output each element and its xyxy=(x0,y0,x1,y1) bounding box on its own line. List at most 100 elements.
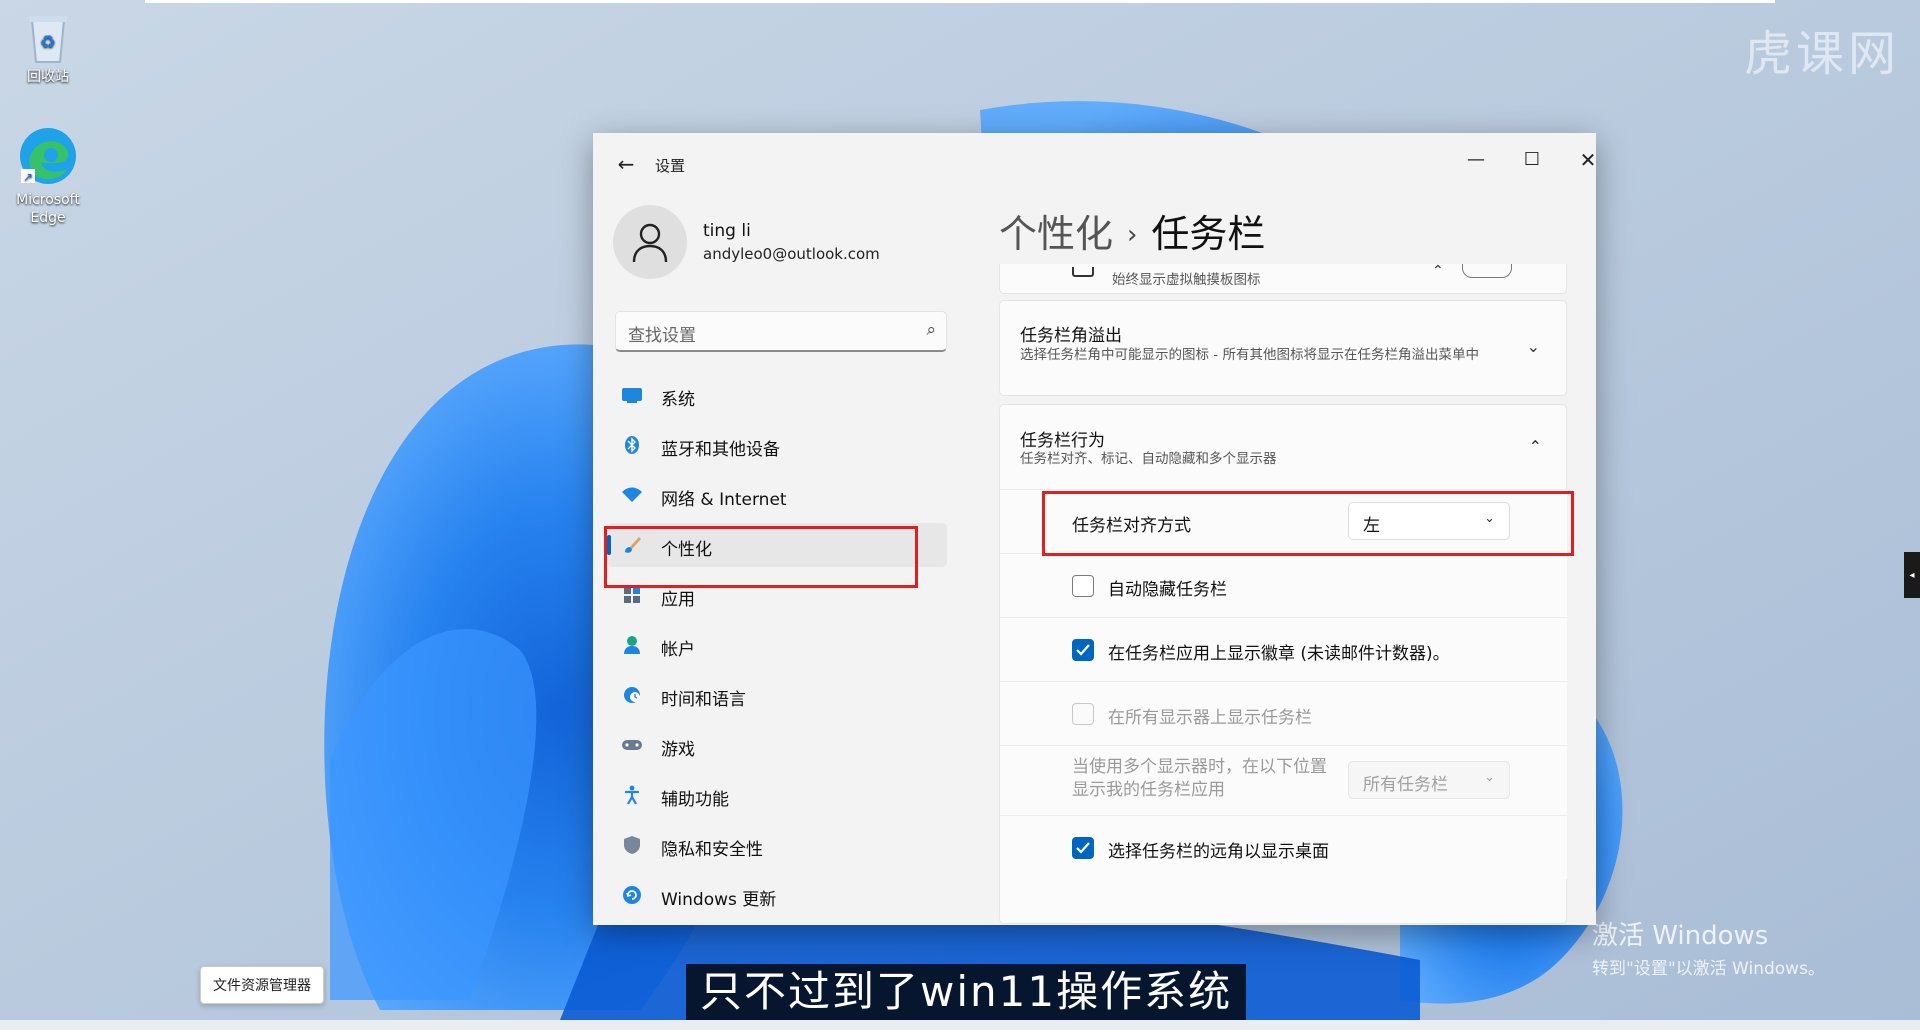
user-name: ting li xyxy=(703,221,751,241)
dropdown-value: 所有任务栏 xyxy=(1363,775,1448,795)
accessibility-icon xyxy=(621,784,643,806)
side-panel-handle[interactable]: ◂ xyxy=(1904,552,1920,598)
search-placeholder: 查找设置 xyxy=(628,326,696,346)
sidebar-item-system[interactable]: 系统 xyxy=(607,373,947,417)
sidebar-item-accessibility[interactable]: 辅助功能 xyxy=(607,773,947,817)
chevron-right-icon: › xyxy=(1127,220,1138,250)
maximize-button[interactable]: ☐ xyxy=(1508,141,1556,179)
maximize-icon: ☐ xyxy=(1523,149,1541,170)
avatar xyxy=(613,205,687,279)
edge-logo-icon: ↗ xyxy=(20,128,76,184)
card-title: 任务栏行为 xyxy=(1020,431,1105,451)
desktop-icon-label: 回收站 xyxy=(27,69,69,85)
activate-subtitle: 转到"设置"以激活 Windows。 xyxy=(1592,959,1825,979)
sidebar-item-label: 时间和语言 xyxy=(661,690,746,710)
checkbox-label: 在所有显示器上显示任务栏 xyxy=(1108,708,1312,728)
back-button[interactable]: ← xyxy=(611,149,641,179)
bluetooth-icon xyxy=(621,434,643,456)
update-icon xyxy=(621,884,643,906)
badges-row: 在任务栏应用上显示徽章 (未读邮件计数器)。 xyxy=(1000,617,1567,681)
activate-title: 激活 Windows xyxy=(1592,921,1769,951)
shield-icon xyxy=(621,834,643,856)
settings-window: ← 设置 — ☐ ✕ ting li andyleo0@outlook.com … xyxy=(593,133,1596,925)
user-email: andyleo0@outlook.com xyxy=(703,245,880,263)
multi-display-dropdown[interactable]: 所有任务栏 ⌄ xyxy=(1348,761,1510,799)
sidebar-item-time-language[interactable]: 时间和语言 xyxy=(607,673,947,717)
desktop-icon-label: Microsoft Edge xyxy=(16,192,80,226)
svg-text:♻: ♻ xyxy=(40,32,56,53)
search-icon: ⌕ xyxy=(926,320,936,340)
sidebar-item-label: 蓝牙和其他设备 xyxy=(661,440,780,460)
chevron-down-icon: ⌄ xyxy=(1484,770,1495,785)
highlight-box-personalization xyxy=(604,526,918,588)
highlight-box-alignment xyxy=(1042,491,1574,556)
taskbar-behavior-header[interactable]: 任务栏行为 任务栏对齐、标记、自动隐藏和多个显示器 ⌃ xyxy=(1000,405,1567,489)
activate-windows-notice: 激活 Windows 转到"设置"以激活 Windows。 xyxy=(1592,915,1825,979)
sidebar-item-label: Windows 更新 xyxy=(661,890,777,910)
search-input[interactable]: 查找设置 ⌕ xyxy=(615,311,947,352)
sidebar-item-label: 辅助功能 xyxy=(661,790,729,810)
sidebar-nav: 系统 蓝牙和其他设备 网络 & Internet 个性化 应用 帐户 时间和语言… xyxy=(607,373,947,923)
explorer-tooltip: 文件资源管理器 xyxy=(200,966,324,1004)
minimize-button[interactable]: — xyxy=(1452,141,1500,179)
sidebar-item-bluetooth[interactable]: 蓝牙和其他设备 xyxy=(607,423,947,467)
touchpad-icon xyxy=(1072,267,1094,277)
sidebar-item-network[interactable]: 网络 & Internet xyxy=(607,473,947,517)
svg-text:↗: ↗ xyxy=(23,170,33,184)
video-subtitle: 只不过到了win11操作系统 xyxy=(686,964,1247,1020)
sidebar-item-label: 系统 xyxy=(661,390,695,410)
multi-display-row: 当使用多个显示器时，在以下位置显示我的任务栏应用 所有任务栏 ⌄ xyxy=(1000,745,1567,815)
card-desc: 选择任务栏角中可能显示的图标 - 所有其他图标将显示在任务栏角溢出菜单中 xyxy=(1020,347,1479,363)
breadcrumb-parent[interactable]: 个性化 xyxy=(999,212,1113,256)
chevron-down-icon[interactable]: ⌄ xyxy=(1527,337,1540,356)
sidebar-item-windows-update[interactable]: Windows 更新 xyxy=(607,873,947,917)
desktop-icon-recycle-bin[interactable]: ♻ 回收站 xyxy=(8,10,88,86)
app-title: 设置 xyxy=(655,157,686,175)
watermark-logo: 虎课网 xyxy=(1743,26,1900,82)
sidebar-item-gaming[interactable]: 游戏 xyxy=(607,723,947,767)
checkbox-label: 在任务栏应用上显示徽章 (未读邮件计数器)。 xyxy=(1108,644,1450,664)
auto-hide-checkbox[interactable] xyxy=(1072,575,1094,597)
settings-content: 始终显示虚拟触摸板图标 ⌃ 任务栏角溢出 选择任务栏角中可能显示的图标 - 所有… xyxy=(999,264,1567,925)
taskbar-overflow-card[interactable]: 任务栏角溢出 选择任务栏角中可能显示的图标 - 所有其他图标将显示在任务栏角溢出… xyxy=(999,300,1567,396)
card-title: 任务栏角溢出 xyxy=(1020,326,1122,346)
all-displays-checkbox[interactable] xyxy=(1072,703,1094,725)
chevron-up-icon[interactable]: ⌃ xyxy=(1529,437,1542,456)
gamepad-icon xyxy=(621,734,643,756)
chevron-up-icon: ⌃ xyxy=(1432,264,1444,279)
multi-display-label: 当使用多个显示器时，在以下位置显示我的任务栏应用 xyxy=(1072,757,1327,800)
top-edge-strip xyxy=(145,0,1775,3)
monitor-icon xyxy=(621,384,643,406)
sidebar-item-label: 应用 xyxy=(661,590,695,610)
sidebar-item-label: 游戏 xyxy=(661,740,695,760)
touchpad-desc: 始终显示虚拟触摸板图标 xyxy=(1112,272,1261,288)
sidebar-item-accounts[interactable]: 帐户 xyxy=(607,623,947,667)
sidebar-item-label: 网络 & Internet xyxy=(661,490,787,510)
card-desc: 任务栏对齐、标记、自动隐藏和多个显示器 xyxy=(1020,451,1277,467)
sidebar-item-label: 帐户 xyxy=(661,640,695,660)
sidebar-item-privacy[interactable]: 隐私和安全性 xyxy=(607,823,947,867)
checkmark-icon xyxy=(1076,842,1090,854)
taskbar-behavior-card: 任务栏行为 任务栏对齐、标记、自动隐藏和多个显示器 ⌃ 任务栏对齐方式 左 ⌄ … xyxy=(999,404,1567,924)
globe-clock-icon xyxy=(621,684,643,706)
badges-checkbox[interactable] xyxy=(1072,639,1094,661)
far-corner-checkbox[interactable] xyxy=(1072,837,1094,859)
sidebar-item-label: 隐私和安全性 xyxy=(661,840,763,860)
far-corner-row: 选择任务栏的远角以显示桌面 xyxy=(1000,815,1567,879)
bottom-edge-strip xyxy=(0,1020,1920,1030)
auto-hide-row: 自动隐藏任务栏 xyxy=(1000,553,1567,617)
person-icon xyxy=(632,223,668,263)
breadcrumb: 个性化 › 任务栏 xyxy=(999,203,1265,258)
checkbox-label: 自动隐藏任务栏 xyxy=(1108,580,1227,600)
desktop-icon-edge[interactable]: ↗ Microsoft Edge xyxy=(8,125,88,227)
page-title: 任务栏 xyxy=(1151,212,1266,256)
touchpad-row: 始终显示虚拟触摸板图标 ⌃ xyxy=(999,264,1567,294)
close-icon: ✕ xyxy=(1579,148,1596,172)
close-button[interactable]: ✕ xyxy=(1564,141,1596,179)
toggle-switch[interactable] xyxy=(1462,264,1512,278)
title-bar: ← 设置 — ☐ ✕ xyxy=(593,133,1596,189)
checkbox-label: 选择任务栏的远角以显示桌面 xyxy=(1108,842,1329,862)
recycle-bin-icon: ♻ xyxy=(29,16,67,63)
all-displays-row: 在所有显示器上显示任务栏 xyxy=(1000,681,1567,745)
minimize-icon: — xyxy=(1467,149,1485,170)
